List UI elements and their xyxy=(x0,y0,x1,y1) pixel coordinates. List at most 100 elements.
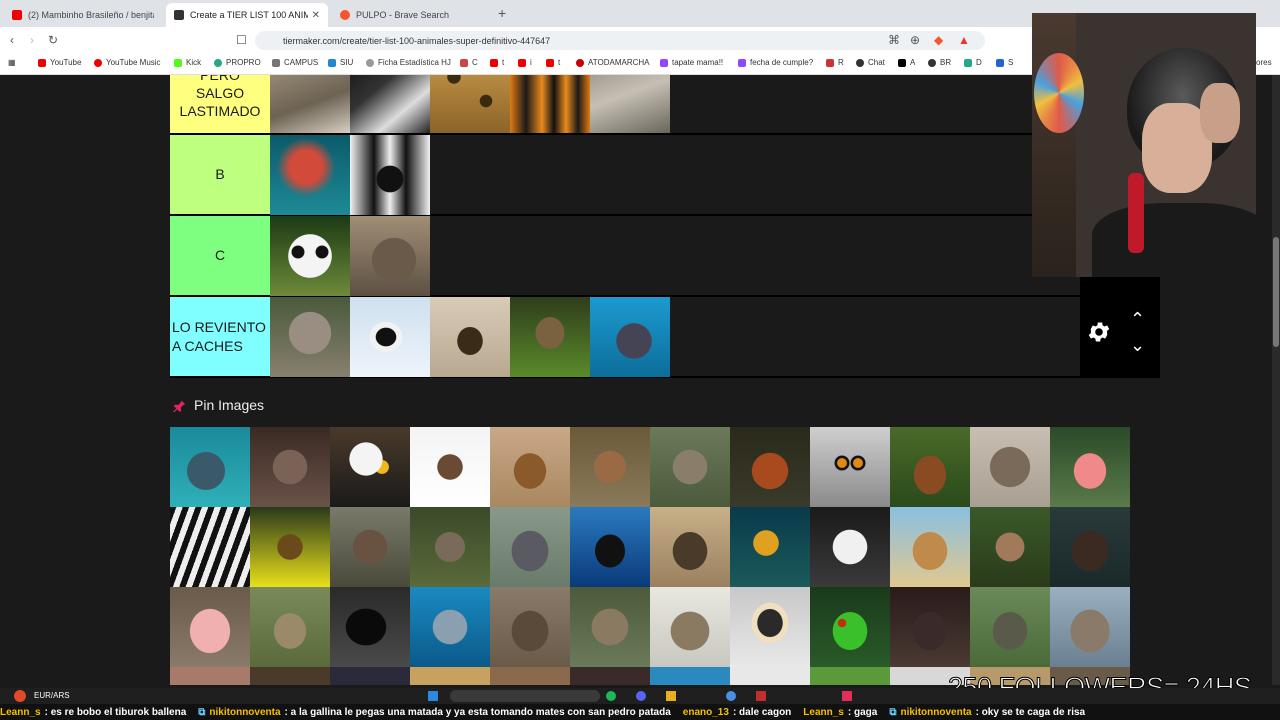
tier-image-octopus[interactable] xyxy=(270,135,350,215)
pool-image[interactable] xyxy=(170,667,250,685)
bookmark-t1[interactable]: t xyxy=(490,58,504,67)
tier-image-whale-shark[interactable] xyxy=(590,297,670,377)
bookmark-kick[interactable]: Kick xyxy=(174,58,201,67)
pool-image-beaver[interactable] xyxy=(1050,507,1130,587)
pool-image-chicken[interactable] xyxy=(730,427,810,507)
bookmark-icon[interactable]: ☐ xyxy=(236,33,247,47)
gear-icon[interactable] xyxy=(1086,319,1112,345)
pool-image[interactable] xyxy=(410,667,490,685)
scrollbar-thumb[interactable] xyxy=(1273,237,1279,347)
tier-image-panda[interactable] xyxy=(270,216,350,296)
pool-image[interactable] xyxy=(570,667,650,685)
bookmark-youtube-music[interactable]: YouTube Music xyxy=(94,58,161,67)
bookmark-campus[interactable]: CAMPUS xyxy=(272,58,318,67)
pool-image-bee[interactable] xyxy=(250,507,330,587)
pool-image-spider[interactable] xyxy=(410,427,490,507)
tier-label[interactable]: LO REVIENTO A CACHES xyxy=(170,297,270,376)
pool-image-rabbit[interactable] xyxy=(250,587,330,667)
move-up-icon[interactable]: ⌃ xyxy=(1130,309,1145,330)
tier-image-locust[interactable] xyxy=(510,297,590,377)
bookmark-i[interactable]: i xyxy=(518,58,532,67)
currency-widget[interactable]: EUR/ARS xyxy=(34,691,70,700)
bookmark-t2[interactable]: t xyxy=(546,58,560,67)
back-icon[interactable]: ‹ xyxy=(10,33,14,47)
pool-image-orca[interactable] xyxy=(570,507,650,587)
move-down-icon[interactable]: ⌄ xyxy=(1130,335,1145,356)
pool-image[interactable] xyxy=(250,667,330,685)
close-tab-icon[interactable]: ✕ xyxy=(312,10,320,21)
bookmark-youtube[interactable]: YouTube xyxy=(38,58,81,67)
app-icon[interactable] xyxy=(756,691,766,701)
tab-brave-search[interactable]: PULPO - Brave Search xyxy=(332,3,494,27)
pool-image-lemur[interactable] xyxy=(810,427,890,507)
pool-image-snail[interactable] xyxy=(970,507,1050,587)
bookmark-siu[interactable]: SIU xyxy=(328,58,353,67)
pool-image-kangaroo[interactable] xyxy=(570,427,650,507)
brave-rewards-icon[interactable]: ▲ xyxy=(958,33,970,47)
pool-image-dolphin[interactable] xyxy=(410,587,490,667)
tier-label[interactable]: PERO SALGO LASTIMADO xyxy=(170,75,270,133)
tier-image-donkey[interactable] xyxy=(350,216,430,296)
forward-icon[interactable]: › xyxy=(30,33,34,47)
bookmark-ficha[interactable]: Ficha Estadística HJ xyxy=(366,58,451,67)
bookmarks-overflow[interactable]: ores xyxy=(1256,58,1272,67)
zoom-icon[interactable]: ⊕ xyxy=(910,33,920,47)
pool-image-seahorse[interactable] xyxy=(730,507,810,587)
bookmark-d[interactable]: D xyxy=(964,58,982,67)
pool-image[interactable] xyxy=(730,667,810,685)
pool-image-elephant[interactable] xyxy=(1050,587,1130,667)
brave-shield-icon[interactable]: ◆ xyxy=(934,33,943,47)
notification-icon[interactable] xyxy=(14,690,26,702)
windows-start-icon[interactable] xyxy=(428,691,438,701)
tier-image-koala[interactable] xyxy=(270,297,350,377)
tier-image-monarch-butterfly[interactable] xyxy=(510,75,590,133)
tier-image-animal-claw[interactable] xyxy=(350,75,430,133)
pool-image-flamingo[interactable] xyxy=(1050,427,1130,507)
apps-icon[interactable]: ▦ xyxy=(8,58,16,67)
url-field[interactable]: tiermaker.com/create/tier-list-100-anima… xyxy=(255,31,985,50)
bookmark-r[interactable]: R xyxy=(826,58,844,67)
pool-image-frog[interactable] xyxy=(810,587,890,667)
pool-image-wildebeest[interactable] xyxy=(650,507,730,587)
pool-image-goat[interactable] xyxy=(810,507,890,587)
pool-image-pig[interactable] xyxy=(170,587,250,667)
pool-image-squirrel[interactable] xyxy=(410,507,490,587)
bookmark-s[interactable]: S xyxy=(996,58,1013,67)
bookmark-propro[interactable]: PROPRO xyxy=(214,58,261,67)
tier-image-penguin[interactable] xyxy=(350,297,430,377)
page-scrollbar[interactable] xyxy=(1272,75,1280,685)
pool-image-vulture[interactable] xyxy=(330,507,410,587)
pool-image-hedgehog[interactable] xyxy=(650,587,730,667)
bookmark-chat[interactable]: Chat xyxy=(856,58,885,67)
pool-image-camel[interactable] xyxy=(890,507,970,587)
pool-image[interactable] xyxy=(490,667,570,685)
pool-image-hyena[interactable] xyxy=(650,427,730,507)
pool-image[interactable] xyxy=(650,667,730,685)
bookmark-c[interactable]: C xyxy=(460,58,478,67)
spotify-icon[interactable] xyxy=(606,691,616,701)
pool-image-baboon[interactable] xyxy=(490,507,570,587)
pool-image-zebra[interactable] xyxy=(170,507,250,587)
new-tab-button[interactable]: + xyxy=(498,5,506,21)
translate-icon[interactable]: ⌘ xyxy=(888,33,900,47)
tier-image-leopard[interactable] xyxy=(430,75,510,133)
pool-image-bat[interactable] xyxy=(250,427,330,507)
reload-icon[interactable]: ↻ xyxy=(48,33,58,47)
pool-image-komodo-dragon[interactable] xyxy=(970,587,1050,667)
pool-image-mole[interactable] xyxy=(890,587,970,667)
bookmark-br[interactable]: BR xyxy=(928,58,951,67)
app-icon[interactable] xyxy=(842,691,852,701)
pool-image[interactable] xyxy=(330,667,410,685)
pool-image-sloth[interactable] xyxy=(570,587,650,667)
tab-tiermaker[interactable]: Create a TIER LIST 100 ANIMALE ✕ xyxy=(166,3,328,27)
tier-label[interactable]: B xyxy=(170,135,270,214)
tier-image-animal-hand[interactable] xyxy=(270,75,350,133)
chrome-icon[interactable] xyxy=(726,691,736,701)
pool-image-deer[interactable] xyxy=(890,427,970,507)
bookmark-fecha[interactable]: fecha de cumple? xyxy=(738,58,813,67)
pool-image-crow[interactable] xyxy=(330,587,410,667)
tier-label[interactable]: C xyxy=(170,216,270,295)
explorer-icon[interactable] xyxy=(666,691,676,701)
pool-image-stingray[interactable] xyxy=(170,427,250,507)
taskbar-search[interactable] xyxy=(450,690,600,702)
